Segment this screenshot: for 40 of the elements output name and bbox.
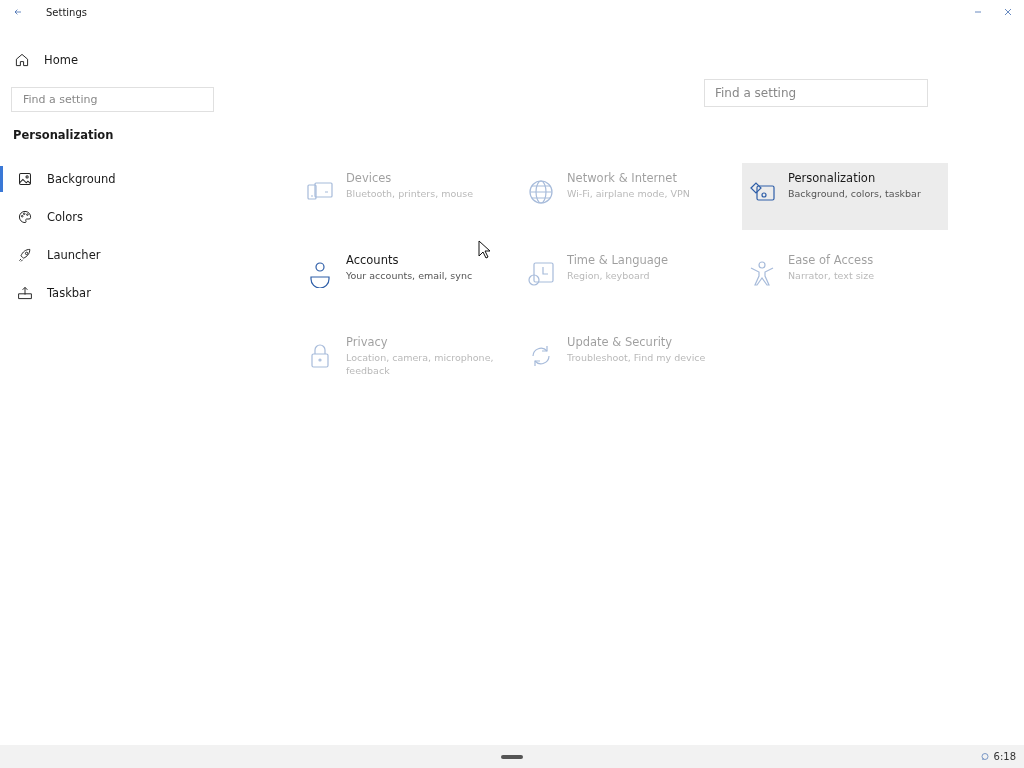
sidebar-item[interactable]: Colors — [0, 204, 200, 230]
sidebar-item[interactable]: Background — [0, 166, 200, 192]
section-heading: Personalization — [13, 128, 115, 142]
tile-title: Accounts — [346, 253, 400, 267]
tile-description: Troubleshoot, Find my device — [567, 351, 706, 364]
tile-title: Privacy — [346, 335, 389, 349]
tile-title: Personalization — [788, 171, 877, 185]
globe-icon — [527, 178, 555, 206]
tile-description: Background, colors, taskbar — [788, 187, 921, 200]
figure-icon — [748, 260, 776, 288]
home-handle[interactable] — [501, 755, 523, 759]
window-title: Settings — [46, 6, 88, 18]
tile-title: Time & Language — [567, 253, 669, 267]
sidebar-item[interactable]: Taskbar — [0, 280, 200, 306]
tile-description: Region, keyboard — [567, 269, 651, 282]
tile-title: Network & Internet — [567, 171, 678, 185]
taskbar-icon — [17, 285, 33, 301]
chat-icon — [979, 751, 990, 762]
settings-tile[interactable]: Accounts Your accounts, email, sync — [300, 245, 506, 312]
clock-icon — [527, 260, 555, 288]
tile-title: Update & Security — [567, 335, 674, 349]
home-icon — [14, 52, 30, 68]
home-link[interactable]: Home — [0, 47, 200, 73]
tile-description: Location, camera, microphone, feedback — [346, 351, 495, 377]
clock-time: 6:18 — [993, 751, 1016, 762]
tile-title: Devices — [346, 171, 393, 185]
tile-description: Your accounts, email, sync — [346, 269, 473, 282]
close-icon — [1002, 6, 1014, 18]
search-field[interactable]: Find a setting — [704, 79, 928, 107]
sidebar-search-field[interactable]: Find a setting — [11, 87, 214, 112]
sidebar-item[interactable]: Launcher — [0, 242, 200, 268]
mouse-pointer-icon — [478, 240, 490, 259]
picture-icon — [17, 171, 33, 187]
settings-tile[interactable]: Personalization Background, colors, taskbar — [742, 163, 948, 230]
tile-description: Narrator, text size — [788, 269, 875, 282]
rocket-icon — [17, 247, 33, 263]
palette-icon — [17, 209, 33, 225]
tile-title: Ease of Access — [788, 253, 875, 267]
tile-description: Bluetooth, printers, mouse — [346, 187, 474, 200]
tile-description: Wi-Fi, airplane mode, VPN — [567, 187, 690, 200]
